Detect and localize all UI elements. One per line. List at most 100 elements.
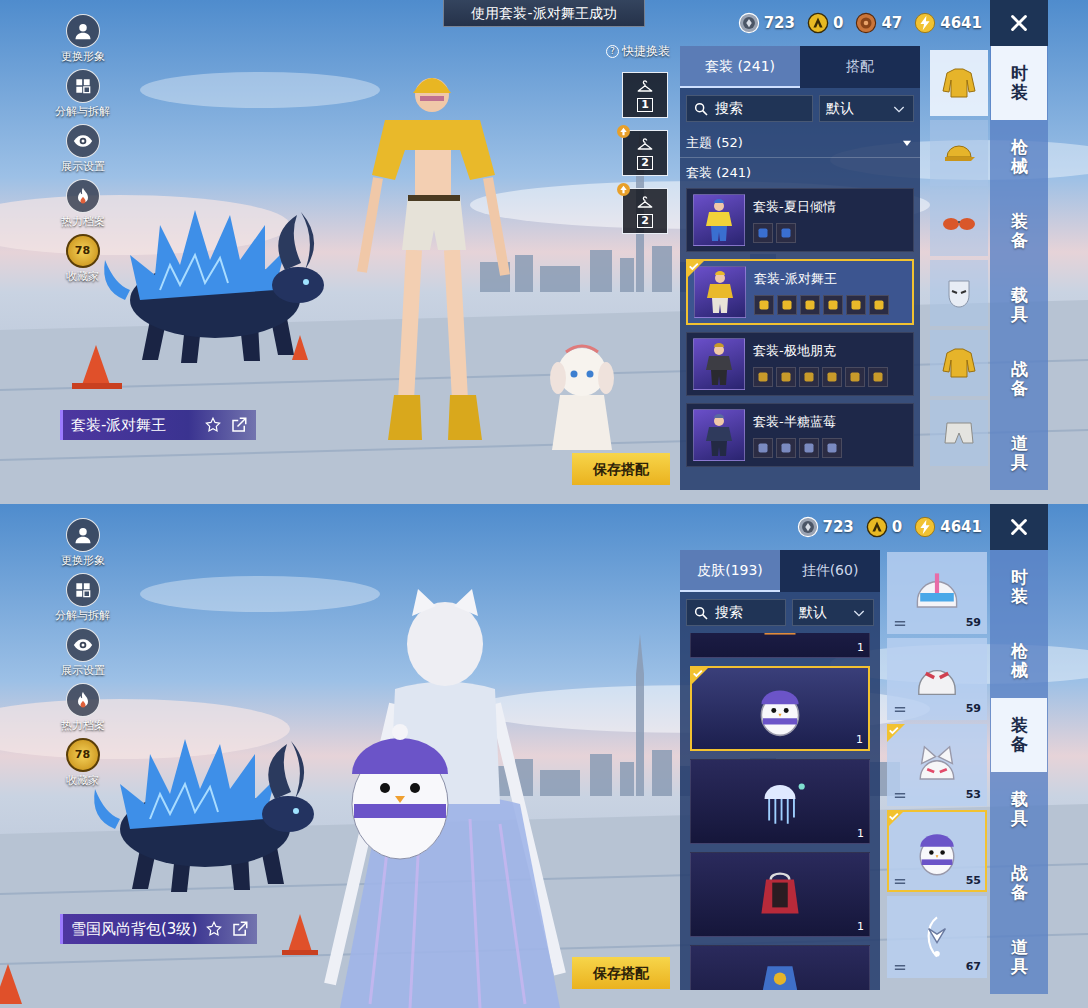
side-menu-label[interactable]: 展示设置: [61, 664, 105, 678]
category-tile[interactable]: [930, 400, 988, 466]
close-button[interactable]: [990, 504, 1048, 550]
nav-label[interactable]: 时装: [1011, 568, 1028, 605]
puzzle-icon[interactable]: [66, 69, 100, 103]
side-menu-item[interactable]: 分解与拆解: [38, 69, 128, 119]
skin-card[interactable]: 1: [690, 852, 870, 937]
drag-handle-icon[interactable]: [894, 706, 906, 713]
list-tab[interactable]: 搭配: [800, 46, 920, 88]
flame-icon[interactable]: [66, 683, 100, 717]
person-icon[interactable]: [66, 518, 100, 552]
eye-icon[interactable]: [66, 124, 100, 158]
search-field[interactable]: 搜索: [686, 599, 786, 626]
equipment-slot[interactable]: 55: [887, 810, 987, 892]
sort-dropdown[interactable]: 默认: [819, 95, 914, 122]
nav-label[interactable]: 时装: [1011, 64, 1028, 101]
person-icon[interactable]: [66, 14, 100, 48]
side-menu-item[interactable]: 热力档案: [38, 179, 128, 229]
sort-label[interactable]: 默认: [826, 98, 854, 119]
nav-tab[interactable]: 战备: [991, 846, 1047, 920]
equipment-slot[interactable]: 59: [887, 552, 987, 634]
collector-badge[interactable]: 78: [66, 738, 100, 772]
skin-card[interactable]: 1: [690, 633, 870, 658]
drag-handle-icon[interactable]: [894, 878, 906, 885]
side-menu-item[interactable]: 分解与拆解: [38, 573, 128, 623]
nav-tab[interactable]: 载具: [991, 268, 1047, 342]
category-tile[interactable]: [930, 190, 988, 256]
theme-label[interactable]: 主题 (52): [686, 133, 743, 153]
nav-label[interactable]: 道具: [1011, 938, 1028, 975]
nav-label[interactable]: 战备: [1011, 360, 1028, 397]
list-tab[interactable]: 套装 (241): [680, 46, 800, 88]
side-menu-item[interactable]: 更换形象: [38, 518, 128, 568]
outfit-item[interactable]: 套装-半糖蓝莓: [686, 403, 914, 467]
skin-card[interactable]: 1: [690, 666, 870, 751]
equipment-slot[interactable]: 53: [887, 724, 987, 806]
nav-label[interactable]: 枪械: [1011, 138, 1028, 175]
equipment-slot[interactable]: 59: [887, 638, 987, 720]
side-menu-label[interactable]: 收藏家: [66, 774, 99, 788]
side-menu-item[interactable]: 更换形象: [38, 14, 128, 64]
outfit-item[interactable]: 套装-派对舞王: [686, 259, 914, 325]
skin-card[interactable]: 1: [690, 759, 870, 844]
list-tab[interactable]: 挂件(60): [780, 550, 880, 592]
nav-label[interactable]: 道具: [1011, 434, 1028, 471]
category-tile[interactable]: [930, 120, 988, 186]
side-menu-item[interactable]: 78 收藏家: [38, 234, 128, 284]
puzzle-icon[interactable]: [66, 573, 100, 607]
list-tab[interactable]: 皮肤(193): [680, 550, 780, 592]
share-icon[interactable]: [230, 416, 248, 434]
flame-icon[interactable]: [66, 179, 100, 213]
drag-handle-icon[interactable]: [894, 792, 906, 799]
nav-tab[interactable]: 装备: [991, 194, 1047, 268]
star-icon[interactable]: [204, 416, 222, 434]
side-menu-label[interactable]: 展示设置: [61, 160, 105, 174]
theme-filter[interactable]: 主题 (52): [680, 129, 920, 158]
nav-tab[interactable]: 枪械: [991, 120, 1047, 194]
side-menu-label[interactable]: 收藏家: [66, 270, 99, 284]
quick-slot[interactable]: 2: [622, 130, 668, 176]
nav-tab[interactable]: 枪械: [991, 624, 1047, 698]
search-label[interactable]: 搜索: [715, 98, 743, 119]
close-button[interactable]: [990, 0, 1048, 46]
nav-tab[interactable]: 时装: [991, 46, 1047, 120]
side-menu-item[interactable]: 展示设置: [38, 628, 128, 678]
side-menu-label[interactable]: 更换形象: [61, 50, 105, 64]
nav-tab[interactable]: 道具: [991, 416, 1047, 490]
skin-card[interactable]: [690, 945, 870, 990]
side-menu-label[interactable]: 分解与拆解: [55, 609, 110, 623]
quick-slot[interactable]: 2: [622, 188, 668, 234]
sort-dropdown[interactable]: 默认: [792, 599, 874, 626]
star-icon[interactable]: [205, 920, 223, 938]
side-menu-label[interactable]: 更换形象: [61, 554, 105, 568]
side-menu-label[interactable]: 分解与拆解: [55, 105, 110, 119]
side-menu-item[interactable]: 展示设置: [38, 124, 128, 174]
category-tile[interactable]: [930, 50, 988, 116]
nav-tab[interactable]: 装备: [991, 698, 1047, 772]
nav-label[interactable]: 载具: [1011, 790, 1028, 827]
search-field[interactable]: 搜索: [686, 95, 813, 122]
nav-label[interactable]: 枪械: [1011, 642, 1028, 679]
collector-badge[interactable]: 78: [66, 234, 100, 268]
nav-label[interactable]: 装备: [1011, 212, 1028, 249]
nav-tab[interactable]: 时装: [991, 550, 1047, 624]
side-menu-label[interactable]: 热力档案: [61, 215, 105, 229]
eye-icon[interactable]: [66, 628, 100, 662]
side-menu-item[interactable]: 78 收藏家: [38, 738, 128, 788]
drag-handle-icon[interactable]: [894, 964, 906, 971]
outfit-item[interactable]: 套装-极地朋克: [686, 332, 914, 396]
sort-label[interactable]: 默认: [799, 602, 827, 623]
side-menu-item[interactable]: 热力档案: [38, 683, 128, 733]
drag-handle-icon[interactable]: [894, 620, 906, 627]
nav-label[interactable]: 载具: [1011, 286, 1028, 323]
nav-tab[interactable]: 载具: [991, 772, 1047, 846]
equipment-slot[interactable]: 67: [887, 896, 987, 978]
help-button[interactable]: ?: [606, 45, 619, 58]
nav-label[interactable]: 装备: [1011, 716, 1028, 753]
outfit-item[interactable]: 套装-夏日倾情: [686, 188, 914, 252]
quick-slot[interactable]: 1: [622, 72, 668, 118]
nav-tab[interactable]: 道具: [991, 920, 1047, 994]
side-menu-label[interactable]: 热力档案: [61, 719, 105, 733]
search-label[interactable]: 搜索: [715, 602, 743, 623]
nav-tab[interactable]: 战备: [991, 342, 1047, 416]
nav-label[interactable]: 战备: [1011, 864, 1028, 901]
